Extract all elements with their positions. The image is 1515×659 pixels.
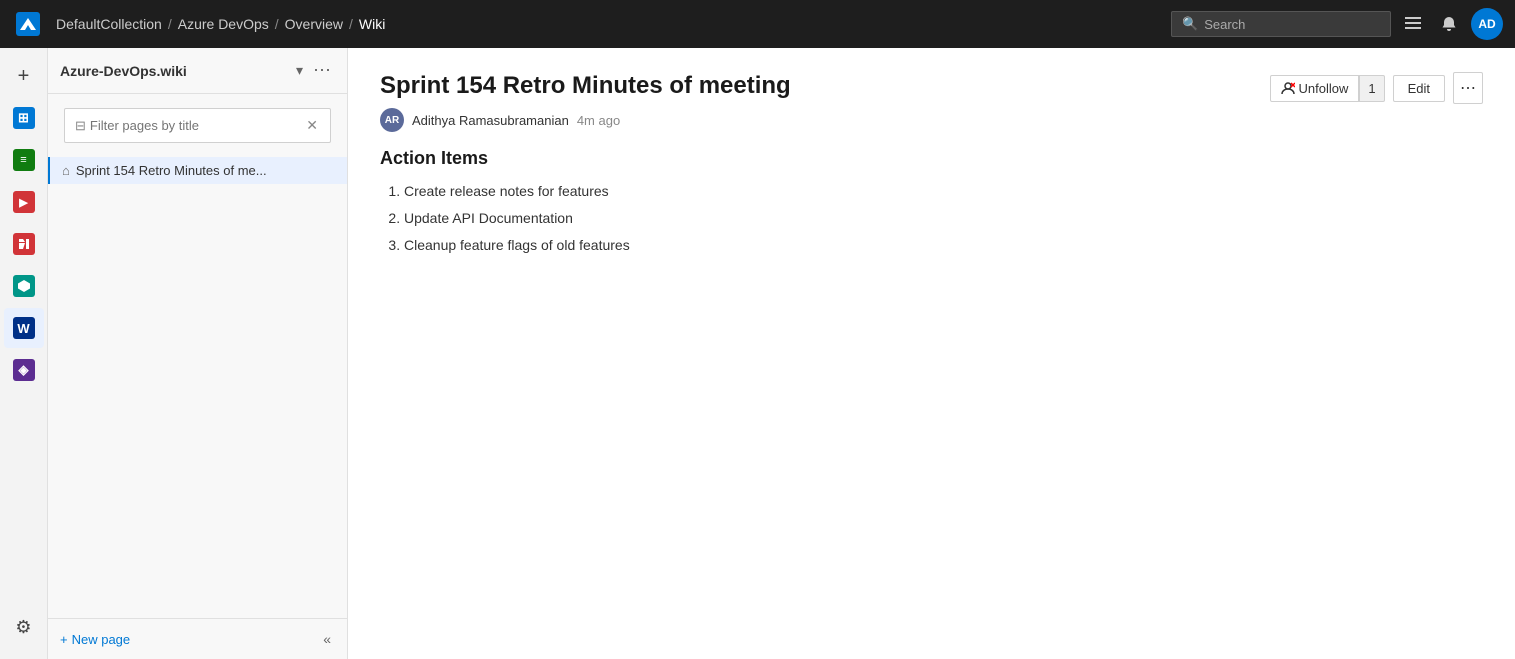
time-ago: 4m ago — [577, 113, 620, 128]
testplans-icon — [13, 233, 35, 255]
page-meta: AR Adithya Ramasubramanian 4m ago — [380, 108, 1270, 132]
double-chevron-left-icon: « — [323, 631, 331, 647]
search-icon: 🔍 — [1182, 16, 1198, 32]
boards-icon: ⊞ — [13, 107, 35, 129]
top-nav-actions: 🔍 Search AD — [1171, 8, 1503, 40]
wiki-content: Action Items Create release notes for fe… — [380, 148, 1483, 256]
followers-badge: 1 — [1359, 75, 1384, 102]
wiki-icon: W — [13, 317, 35, 339]
nav-testplans-button[interactable] — [4, 224, 44, 264]
app-logo[interactable] — [12, 8, 44, 40]
new-page-button[interactable]: + New page — [60, 632, 130, 647]
sidebar-header: Azure-DevOps.wiki ▾ ⋯ — [48, 48, 347, 94]
extensions-icon: ◈ — [13, 359, 35, 381]
page-actions: Unfollow 1 Edit ⋯ — [1270, 72, 1484, 104]
wiki-dropdown-chevron[interactable]: ▾ — [296, 62, 303, 79]
nav-extensions-button[interactable]: ◈ — [4, 350, 44, 390]
collapse-sidebar-button[interactable]: « — [319, 629, 335, 649]
notifications-button[interactable] — [1435, 12, 1463, 36]
page-title: Sprint 154 Retro Minutes of meeting — [380, 72, 1270, 100]
tree-item-label: Sprint 154 Retro Minutes of me... — [76, 163, 335, 178]
view-options-button[interactable] — [1399, 12, 1427, 36]
ellipsis-icon: ⋯ — [1460, 78, 1476, 98]
breadcrumb-item-0[interactable]: DefaultCollection — [56, 16, 162, 32]
sidebar-more-button[interactable]: ⋯ — [309, 58, 335, 83]
unfollow-group: Unfollow 1 — [1270, 75, 1385, 102]
action-items-list: Create release notes for features Update… — [404, 181, 1483, 256]
new-page-label: New page — [72, 632, 131, 647]
content-area: Sprint 154 Retro Minutes of meeting AR A… — [348, 48, 1515, 659]
nav-icon-bar: + ⊞ ≡ ▶ — [0, 48, 48, 659]
filter-clear-button[interactable]: ✕ — [304, 117, 320, 134]
filter-input[interactable] — [90, 118, 300, 133]
pipelines-icon: ▶ — [13, 191, 35, 213]
filter-container[interactable]: ⊟ ✕ — [64, 108, 331, 143]
nav-artifacts-button[interactable] — [4, 266, 44, 306]
unfollow-icon — [1281, 81, 1295, 95]
filter-icon: ⊟ — [75, 118, 86, 134]
user-avatar-button[interactable]: AD — [1471, 8, 1503, 40]
tree-item-sprint[interactable]: ⌂ Sprint 154 Retro Minutes of me... — [48, 157, 347, 184]
home-icon: ⌂ — [62, 163, 70, 178]
breadcrumb-sep-2: / — [349, 16, 353, 32]
unfollow-button[interactable]: Unfollow — [1270, 75, 1360, 102]
main-area: + ⊞ ≡ ▶ — [0, 48, 1515, 659]
section-heading: Action Items — [380, 148, 1483, 169]
repos-icon: ≡ — [13, 149, 35, 171]
gear-icon: ⚙ — [15, 617, 31, 638]
filter-area: ⊟ ✕ — [48, 94, 347, 153]
sidebar-tree: ⌂ Sprint 154 Retro Minutes of me... — [48, 153, 347, 618]
top-navigation: DefaultCollection / Azure DevOps / Overv… — [0, 0, 1515, 48]
unfollow-label: Unfollow — [1299, 81, 1349, 96]
nav-pipelines-button[interactable]: ▶ — [4, 182, 44, 222]
search-box[interactable]: 🔍 Search — [1171, 11, 1391, 37]
nav-repos-button[interactable]: ≡ — [4, 140, 44, 180]
add-new-button[interactable]: + — [4, 56, 44, 96]
edit-button[interactable]: Edit — [1393, 75, 1445, 102]
page-title-area: Sprint 154 Retro Minutes of meeting AR A… — [380, 72, 1270, 132]
breadcrumb-sep-1: / — [275, 16, 279, 32]
author-avatar: AR — [380, 108, 404, 132]
list-item: Create release notes for features — [404, 181, 1483, 202]
sidebar: Azure-DevOps.wiki ▾ ⋯ ⊟ ✕ ⌂ Sprint 154 R… — [48, 48, 348, 659]
breadcrumb-sep-0: / — [168, 16, 172, 32]
plus-icon: + — [60, 632, 68, 647]
settings-button[interactable]: ⚙ — [4, 607, 44, 647]
author-name[interactable]: Adithya Ramasubramanian — [412, 113, 569, 128]
list-item: Cleanup feature flags of old features — [404, 235, 1483, 256]
sidebar-footer: + New page « — [48, 618, 347, 659]
artifacts-icon — [13, 275, 35, 297]
breadcrumb-item-1[interactable]: Azure DevOps — [178, 16, 269, 32]
more-actions-button[interactable]: ⋯ — [1453, 72, 1483, 104]
page-header: Sprint 154 Retro Minutes of meeting AR A… — [380, 72, 1483, 132]
search-placeholder: Search — [1204, 17, 1245, 32]
breadcrumb: DefaultCollection / Azure DevOps / Overv… — [56, 16, 1171, 32]
breadcrumb-item-current: Wiki — [359, 16, 385, 32]
breadcrumb-item-2[interactable]: Overview — [285, 16, 343, 32]
wiki-title[interactable]: Azure-DevOps.wiki — [60, 63, 290, 79]
list-item: Update API Documentation — [404, 208, 1483, 229]
nav-boards-button[interactable]: ⊞ — [4, 98, 44, 138]
nav-wiki-button[interactable]: W — [4, 308, 44, 348]
